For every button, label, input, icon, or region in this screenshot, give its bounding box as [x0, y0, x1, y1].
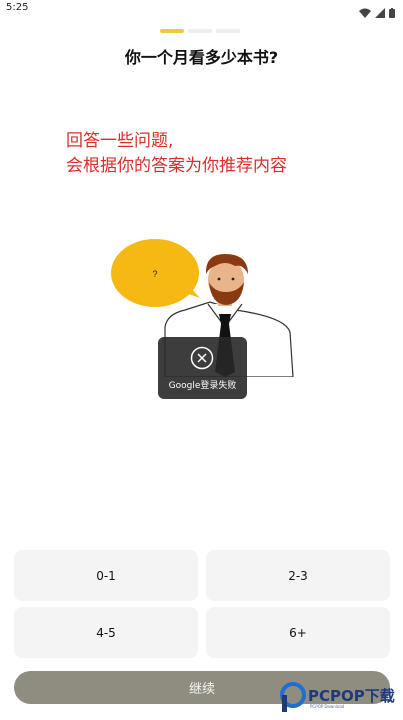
option-4-5[interactable]: 4-5 [14, 607, 198, 658]
watermark-sub: PCPOP Download [310, 704, 345, 709]
progress-step-3 [216, 29, 240, 33]
signal-icon [375, 3, 385, 22]
option-2-3[interactable]: 2-3 [206, 550, 390, 601]
question-title: 你一个月看多少本书? [124, 48, 279, 67]
pcpop-logo-icon [280, 682, 306, 712]
speech-bubble-text: ? [152, 269, 157, 279]
toast-message: Google登录失败 [168, 381, 237, 391]
progress-step-2 [188, 29, 212, 33]
note-line-1: 回答一些问题, [66, 131, 174, 151]
status-bar: 5:25 [0, 0, 403, 18]
progress-indicator [160, 29, 240, 33]
note-line-2: 会根据你的答案为你推荐内容 [66, 156, 287, 176]
progress-step-1 [160, 29, 184, 33]
watermark-brand: PCPOP下载 [308, 687, 395, 705]
status-time: 5:25 [6, 2, 29, 13]
option-0-1[interactable]: 0-1 [14, 550, 198, 601]
option-6-plus[interactable]: 6+ [206, 607, 390, 658]
status-icons [359, 3, 395, 22]
battery-icon [389, 3, 395, 22]
wifi-icon [359, 3, 371, 22]
speech-bubble: ? [111, 239, 200, 307]
login-failed-toast: Google登录失败 [158, 337, 247, 399]
close-circle-icon [190, 346, 214, 370]
recommendation-note: 回答一些问题, 会根据你的答案为你推荐内容 [66, 129, 287, 179]
pcpop-watermark: PCPOP下载 PCPOP Download [280, 682, 400, 714]
